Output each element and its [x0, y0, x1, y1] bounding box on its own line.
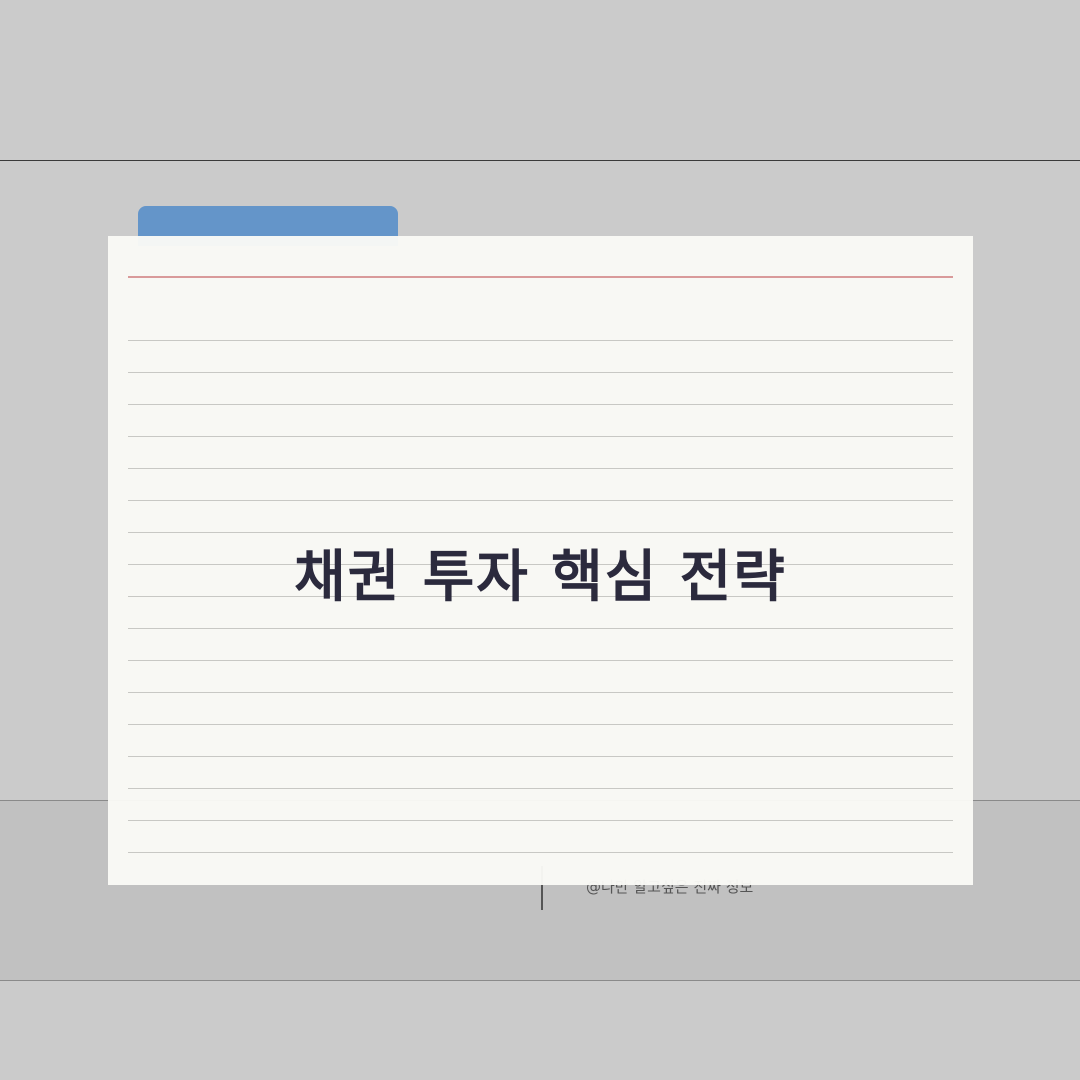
top-divider-line — [0, 160, 1080, 161]
thumbnail-canvas: @나만 알고싶은 진짜 정보 채권 투자 핵심 전략 — [0, 0, 1080, 1080]
notecard-rule — [128, 788, 953, 789]
notecard-rule — [128, 372, 953, 373]
notecard-rule — [128, 500, 953, 501]
notecard-rule — [128, 436, 953, 437]
notecard-rule — [128, 724, 953, 725]
notecard-rule — [128, 660, 953, 661]
notecard-margin-rule — [128, 276, 953, 278]
notecard: 채권 투자 핵심 전략 — [108, 236, 973, 885]
notecard-rule — [128, 756, 953, 757]
notecard-rule — [128, 692, 953, 693]
notecard-rule — [128, 404, 953, 405]
notecard-rule — [128, 852, 953, 853]
notecard-rule — [128, 628, 953, 629]
notecard-rule — [128, 468, 953, 469]
notecard-rule — [128, 820, 953, 821]
card-title: 채권 투자 핵심 전략 — [294, 544, 787, 610]
notecard-rule — [128, 340, 953, 341]
notecard-rule — [128, 532, 953, 533]
